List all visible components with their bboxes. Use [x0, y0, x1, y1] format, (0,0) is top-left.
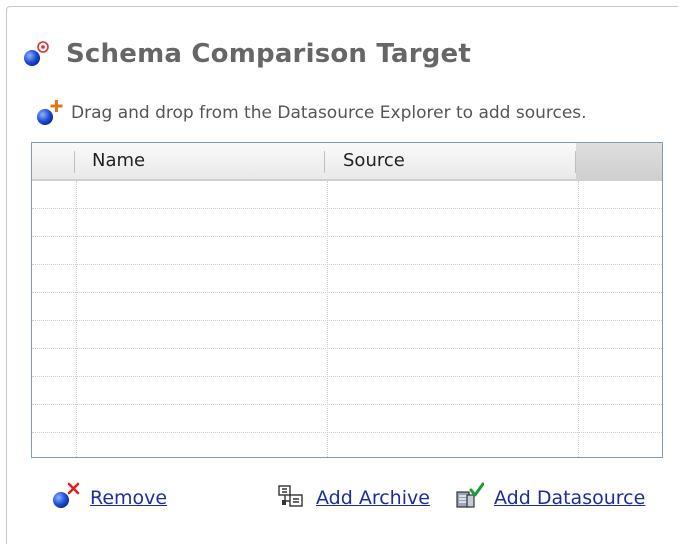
database-remove-icon	[50, 481, 80, 515]
table-row[interactable]	[32, 237, 662, 265]
page-title: Schema Comparison Target	[66, 39, 472, 69]
table-row[interactable]	[32, 377, 662, 405]
hint-row: Drag and drop from the Datasource Explor…	[33, 98, 587, 128]
action-bar: Remove Add Archive Add Datasource	[0, 478, 679, 518]
table-row[interactable]	[32, 405, 662, 433]
table-row[interactable]	[32, 209, 662, 237]
datasource-add-icon	[454, 481, 485, 515]
table-row[interactable]	[32, 181, 662, 209]
archive-icon	[276, 481, 306, 515]
database-add-icon	[33, 98, 65, 128]
add-datasource-button[interactable]: Add Datasource	[454, 478, 645, 518]
add-datasource-label[interactable]: Add Datasource	[494, 487, 645, 509]
column-header-filler	[576, 143, 662, 179]
sources-table[interactable]: Name Source	[31, 142, 663, 458]
column-separator	[74, 151, 75, 173]
panel-header: Schema Comparison Target	[22, 34, 471, 74]
add-archive-button[interactable]: Add Archive	[276, 478, 430, 518]
table-row[interactable]	[32, 349, 662, 377]
database-target-icon	[22, 40, 50, 68]
column-header-name[interactable]: Name	[92, 143, 145, 179]
add-archive-label[interactable]: Add Archive	[316, 487, 430, 509]
hint-text: Drag and drop from the Datasource Explor…	[71, 103, 587, 123]
column-header-source[interactable]: Source	[343, 143, 405, 179]
table-header: Name Source	[32, 143, 662, 181]
table-row[interactable]	[32, 433, 662, 457]
table-row[interactable]	[32, 265, 662, 293]
remove-label[interactable]: Remove	[90, 487, 167, 509]
remove-button[interactable]: Remove	[50, 478, 167, 518]
column-separator	[324, 151, 325, 173]
table-row[interactable]	[32, 321, 662, 349]
table-row[interactable]	[32, 293, 662, 321]
table-body	[32, 181, 662, 457]
